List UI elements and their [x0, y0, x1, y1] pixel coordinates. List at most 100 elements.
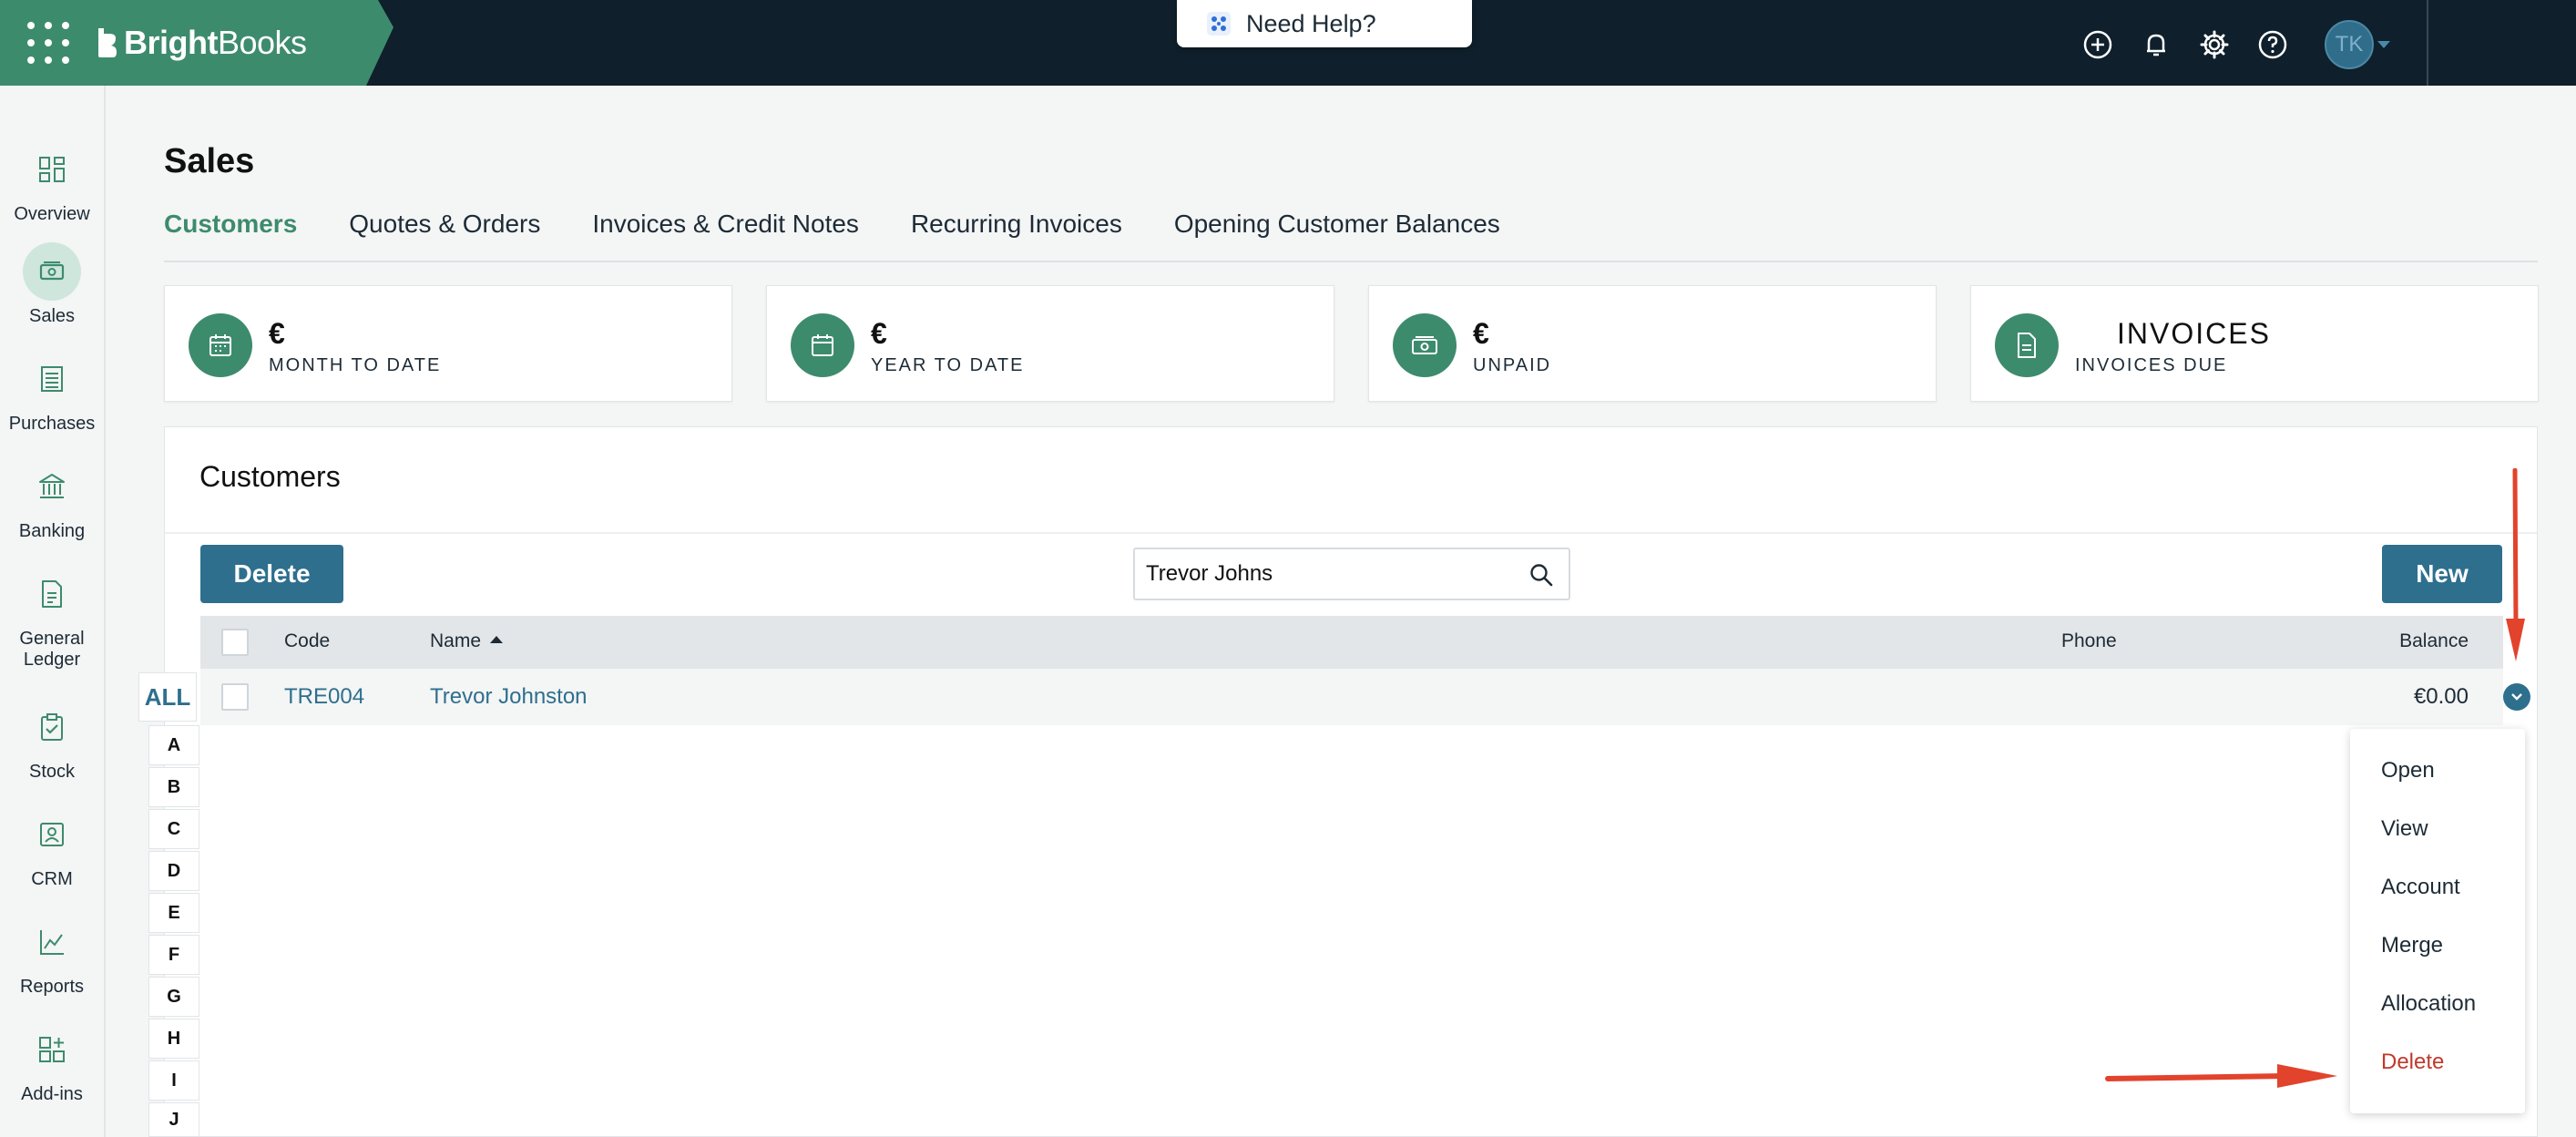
alpha-filter-b[interactable]: B — [148, 767, 199, 807]
select-all-checkbox[interactable] — [221, 629, 249, 656]
tab-quotes-orders[interactable]: Quotes & Orders — [349, 210, 540, 239]
kpi-value: € — [1473, 317, 1489, 350]
column-header-code[interactable]: Code — [284, 630, 330, 652]
brightbooks-logo[interactable]: BrightBooks — [95, 20, 307, 66]
stock-icon — [23, 698, 81, 756]
tab-opening-customer-balances[interactable]: Opening Customer Balances — [1174, 210, 1500, 239]
sidebar-item-label: Reports — [19, 977, 85, 997]
purchases-icon — [23, 350, 81, 408]
chevron-down-icon — [2377, 41, 2390, 48]
customer-code-link[interactable]: TRE004 — [284, 684, 364, 710]
settings-gear-icon[interactable] — [2199, 29, 2230, 60]
alpha-filter-g[interactable]: G — [148, 977, 199, 1017]
top-bar: BrightBooks Need Help? TK — [0, 0, 2576, 86]
need-help-button[interactable]: Need Help? — [1177, 0, 1472, 47]
kpi-card-invoices-due[interactable]: INVOICES INVOICES DUE — [1970, 285, 2539, 402]
row-checkbox[interactable] — [221, 683, 249, 711]
kpi-value: € — [871, 317, 887, 350]
addins-icon — [23, 1020, 81, 1079]
customer-name-link[interactable]: Trevor Johnston — [430, 684, 588, 710]
kpi-value: € — [269, 317, 285, 350]
money-icon — [1393, 313, 1457, 377]
sidebar-item-label: Purchases — [8, 414, 96, 434]
alpha-filter-i[interactable]: I — [148, 1060, 199, 1101]
kpi-card-month-to-date[interactable]: € MONTH TO DATE — [164, 285, 732, 402]
row-actions-toggle[interactable] — [2503, 683, 2530, 711]
table-row[interactable]: TRE004 Trevor Johnston €0.00 — [200, 669, 2503, 725]
app-launcher-icon[interactable] — [27, 22, 69, 64]
table-header: Code Name Phone Balance — [200, 616, 2503, 669]
kpi-label: INVOICES DUE — [2075, 355, 2228, 375]
column-header-name-label: Name — [430, 630, 482, 651]
customers-panel-title: Customers — [199, 460, 341, 493]
logo-text-light: Books — [217, 24, 307, 61]
tab-customers[interactable]: Customers — [164, 210, 297, 239]
sidebar-item-label: General — [19, 629, 85, 649]
menu-item-merge[interactable]: Merge — [2381, 933, 2443, 958]
sidebar-item-label: Stock — [28, 762, 76, 782]
kpi-value: INVOICES — [2117, 317, 2271, 350]
banking-icon — [23, 457, 81, 516]
user-menu[interactable]: TK — [2325, 20, 2390, 69]
sidebar-item-label: CRM — [31, 869, 73, 889]
panel-divider — [165, 532, 2537, 534]
annotation-arrow-down-icon — [2506, 468, 2525, 661]
new-button[interactable]: New — [2382, 545, 2502, 603]
sales-tabs: Customers Quotes & Orders Invoices & Cre… — [164, 210, 1500, 239]
customer-balance: €0.00 — [2413, 684, 2469, 709]
crm-icon — [23, 805, 81, 864]
page-title: Sales — [164, 142, 255, 180]
column-header-phone[interactable]: Phone — [2061, 630, 2117, 652]
sidebar-item-label: Overview — [14, 204, 90, 224]
alpha-filter-d[interactable]: D — [148, 851, 199, 891]
alpha-filter-a[interactable]: A — [148, 725, 199, 765]
column-header-name[interactable]: Name — [430, 630, 504, 652]
search-input[interactable]: Trevor Johns — [1133, 548, 1570, 600]
sidebar-item-banking[interactable]: Banking — [0, 457, 104, 542]
delete-button[interactable]: Delete — [200, 545, 343, 603]
sidebar-item-overview[interactable]: Overview — [0, 140, 104, 225]
column-header-balance[interactable]: Balance — [2399, 630, 2469, 652]
sidebar-item-label: Add-ins — [21, 1084, 83, 1104]
reports-icon — [23, 913, 81, 971]
sidebar-item-general-ledger[interactable]: General Ledger — [0, 565, 104, 671]
alpha-filter-c[interactable]: C — [148, 809, 199, 849]
alpha-filter-e[interactable]: E — [148, 893, 199, 933]
top-actions: TK — [2082, 20, 2390, 69]
topbar-divider — [2427, 0, 2428, 86]
alpha-filter-all[interactable]: ALL — [138, 672, 197, 722]
sidebar: Overview Sales Purchases Banking General… — [0, 86, 106, 1137]
sidebar-item-sales[interactable]: Sales — [0, 242, 104, 327]
sales-icon — [23, 242, 81, 301]
alpha-filter-j[interactable]: J — [148, 1102, 199, 1137]
sidebar-item-addins[interactable]: Add-ins — [0, 1020, 104, 1105]
alpha-filter-f[interactable]: F — [148, 935, 199, 975]
tab-invoices-credit-notes[interactable]: Invoices & Credit Notes — [592, 210, 859, 239]
help-widget-icon — [1207, 12, 1231, 36]
logo-mark-icon — [98, 28, 117, 57]
sidebar-item-purchases[interactable]: Purchases — [0, 350, 104, 435]
menu-item-delete[interactable]: Delete — [2381, 1050, 2444, 1075]
menu-item-account[interactable]: Account — [2381, 875, 2460, 900]
alpha-filter-h[interactable]: H — [148, 1019, 199, 1059]
kpi-label: UNPAID — [1473, 355, 1552, 375]
calendar-icon — [791, 313, 854, 377]
kpi-card-year-to-date[interactable]: € YEAR TO DATE — [766, 285, 1334, 402]
tabs-divider — [164, 261, 2538, 262]
menu-item-open[interactable]: Open — [2381, 758, 2435, 784]
sidebar-item-reports[interactable]: Reports — [0, 913, 104, 998]
sidebar-item-crm[interactable]: CRM — [0, 805, 104, 890]
menu-item-view[interactable]: View — [2381, 816, 2428, 842]
sort-ascending-icon — [490, 636, 504, 644]
add-icon[interactable] — [2082, 29, 2113, 60]
search-icon[interactable] — [1528, 562, 1554, 588]
calendar-icon — [189, 313, 252, 377]
help-question-icon[interactable] — [2257, 29, 2288, 60]
chevron-down-icon — [2511, 693, 2522, 701]
notifications-bell-icon[interactable] — [2141, 29, 2172, 60]
tab-recurring-invoices[interactable]: Recurring Invoices — [911, 210, 1122, 239]
sidebar-item-stock[interactable]: Stock — [0, 698, 104, 783]
menu-item-allocation[interactable]: Allocation — [2381, 991, 2476, 1017]
annotation-arrow-right-icon — [2105, 1064, 2337, 1088]
kpi-card-unpaid[interactable]: € UNPAID — [1368, 285, 1937, 402]
